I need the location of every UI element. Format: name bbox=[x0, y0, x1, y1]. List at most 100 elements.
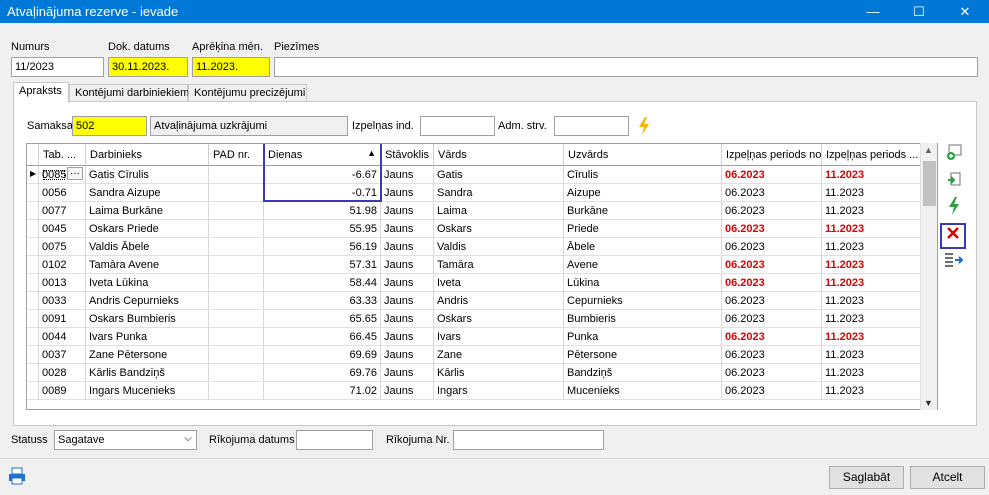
cell-tab[interactable]: 0102 bbox=[39, 256, 86, 274]
cell-pad[interactable] bbox=[209, 274, 264, 292]
cell-stavoklis[interactable]: Jauns bbox=[381, 238, 434, 256]
cell-periods-no[interactable]: 06.2023 bbox=[722, 382, 822, 400]
lightning-icon[interactable] bbox=[637, 116, 651, 139]
table-row[interactable]: 0056 Sandra Aizupe -0.71 Jauns Sandra Aizupe 0… bbox=[27, 184, 937, 202]
cell-darbinieks[interactable]: Gatis Cīrulis bbox=[86, 166, 209, 184]
cell-darbinieks[interactable]: Kārlis Bandziņš bbox=[86, 364, 209, 382]
row-selector[interactable] bbox=[27, 256, 39, 274]
cell-pad[interactable] bbox=[209, 292, 264, 310]
cell-dienas[interactable]: 71.02 bbox=[264, 382, 381, 400]
table-row[interactable]: 0033 Andris Cepurnieks 63.33 Jauns Andris Cep… bbox=[27, 292, 937, 310]
scroll-up-icon[interactable]: ▲ bbox=[924, 145, 933, 155]
table-row[interactable]: 0028 Kārlis Bandziņš 69.76 Jauns Kārlis Bandz… bbox=[27, 364, 937, 382]
cell-periods-no[interactable]: 06.2023 bbox=[722, 328, 822, 346]
cell-darbinieks[interactable]: Ingars Mucenieks bbox=[86, 382, 209, 400]
cell-pad[interactable] bbox=[209, 382, 264, 400]
cell-uzvards[interactable]: Ābele bbox=[564, 238, 722, 256]
cell-uzvards[interactable]: Cepurnieks bbox=[564, 292, 722, 310]
cell-uzvards[interactable]: Punka bbox=[564, 328, 722, 346]
cell-tab[interactable]: 0045 bbox=[39, 220, 86, 238]
rikojuma-nr-field[interactable] bbox=[453, 430, 604, 450]
tab-kontejumi-darbiniekiem[interactable]: Kontējumi darbiniekiem bbox=[69, 84, 189, 102]
delete-row-icon[interactable] bbox=[940, 223, 966, 249]
cell-tab[interactable]: 0028 bbox=[39, 364, 86, 382]
row-selector[interactable] bbox=[27, 328, 39, 346]
cell-pad[interactable] bbox=[209, 256, 264, 274]
samaksa-code-field[interactable]: 502 bbox=[72, 116, 147, 136]
vertical-scrollbar[interactable]: ▲ ▼ bbox=[920, 143, 937, 410]
col-pad[interactable]: PAD nr. bbox=[209, 144, 264, 166]
export-list-icon[interactable] bbox=[942, 252, 966, 274]
table-row[interactable]: 0077 Laima Burkāne 51.98 Jauns Laima Burkāne 0… bbox=[27, 202, 937, 220]
print-icon[interactable] bbox=[8, 467, 26, 488]
cell-darbinieks[interactable]: Andris Cepurnieks bbox=[86, 292, 209, 310]
row-selector[interactable] bbox=[27, 382, 39, 400]
row-selector[interactable] bbox=[27, 202, 39, 220]
cell-vards[interactable]: Kārlis bbox=[434, 364, 564, 382]
cell-uzvards[interactable]: Bumbieris bbox=[564, 310, 722, 328]
cell-periods-no[interactable]: 06.2023 bbox=[722, 364, 822, 382]
save-button[interactable]: Saglabāt bbox=[829, 466, 904, 489]
cell-pad[interactable] bbox=[209, 238, 264, 256]
minimize-button[interactable]: — bbox=[850, 0, 896, 23]
rikojuma-datums-field[interactable] bbox=[296, 430, 373, 450]
cell-tab[interactable]: 0089 bbox=[39, 382, 86, 400]
cell-periods-no[interactable]: 06.2023 bbox=[722, 274, 822, 292]
cell-tab[interactable]: 0091 bbox=[39, 310, 86, 328]
cell-dienas[interactable]: 56.19 bbox=[264, 238, 381, 256]
maximize-button[interactable]: ☐ bbox=[896, 0, 942, 23]
cell-tab[interactable]: 0075 bbox=[39, 238, 86, 256]
col-stavoklis[interactable]: Stāvoklis bbox=[381, 144, 434, 166]
cell-tab[interactable]: 0085 ··· bbox=[39, 166, 86, 184]
table-row[interactable]: 0075 Valdis Ābele 56.19 Jauns Valdis Ābele 06.… bbox=[27, 238, 937, 256]
cell-tab[interactable]: 0033 bbox=[39, 292, 86, 310]
row-selector[interactable] bbox=[27, 364, 39, 382]
cell-periods-no[interactable]: 06.2023 bbox=[722, 202, 822, 220]
cell-uzvards[interactable]: Aizupe bbox=[564, 184, 722, 202]
cell-darbinieks[interactable]: Oskars Bumbieris bbox=[86, 310, 209, 328]
table-row[interactable]: 0102 Tamāra Avene 57.31 Jauns Tamāra Avene 06.… bbox=[27, 256, 937, 274]
cell-periods-lidz[interactable]: 11.2023 bbox=[822, 364, 922, 382]
cell-darbinieks[interactable]: Tamāra Avene bbox=[86, 256, 209, 274]
piezimes-field[interactable] bbox=[274, 57, 978, 77]
cell-vards[interactable]: Gatis bbox=[434, 166, 564, 184]
close-button[interactable]: ✕ bbox=[942, 0, 988, 23]
cell-dienas[interactable]: 51.98 bbox=[264, 202, 381, 220]
cell-uzvards[interactable]: Priede bbox=[564, 220, 722, 238]
table-row[interactable]: 0013 Iveta Lūkina 58.44 Jauns Iveta Lūkina 06.… bbox=[27, 274, 937, 292]
cell-tab[interactable]: 0077 bbox=[39, 202, 86, 220]
scroll-down-icon[interactable]: ▼ bbox=[924, 398, 933, 408]
dok-datums-field[interactable]: 30.11.2023. bbox=[108, 57, 188, 77]
add-row-icon[interactable] bbox=[942, 143, 966, 165]
col-tab[interactable]: Tab. ... bbox=[39, 144, 86, 166]
cell-vards[interactable]: Valdis bbox=[434, 238, 564, 256]
copy-row-icon[interactable] bbox=[942, 171, 966, 193]
cell-dienas[interactable]: 66.45 bbox=[264, 328, 381, 346]
cell-vards[interactable]: Laima bbox=[434, 202, 564, 220]
cell-pad[interactable] bbox=[209, 202, 264, 220]
cell-uzvards[interactable]: Pētersone bbox=[564, 346, 722, 364]
cell-periods-lidz[interactable]: 11.2023 bbox=[822, 220, 922, 238]
cell-uzvards[interactable]: Lūkina bbox=[564, 274, 722, 292]
cell-vards[interactable]: Sandra bbox=[434, 184, 564, 202]
cell-stavoklis[interactable]: Jauns bbox=[381, 364, 434, 382]
aprekina-field[interactable]: 11.2023. bbox=[192, 57, 270, 77]
table-row[interactable]: 0091 Oskars Bumbieris 65.65 Jauns Oskars Bumb… bbox=[27, 310, 937, 328]
cell-stavoklis[interactable]: Jauns bbox=[381, 202, 434, 220]
cell-vards[interactable]: Tamāra bbox=[434, 256, 564, 274]
cell-dienas[interactable]: 58.44 bbox=[264, 274, 381, 292]
cell-stavoklis[interactable]: Jauns bbox=[381, 220, 434, 238]
cell-periods-no[interactable]: 06.2023 bbox=[722, 310, 822, 328]
cell-stavoklis[interactable]: Jauns bbox=[381, 328, 434, 346]
cell-dienas[interactable]: 69.69 bbox=[264, 346, 381, 364]
col-periods-lidz[interactable]: Izpeļņas periods ... bbox=[822, 144, 922, 166]
cell-dienas[interactable]: 65.65 bbox=[264, 310, 381, 328]
cell-periods-no[interactable]: 06.2023 bbox=[722, 346, 822, 364]
cell-stavoklis[interactable]: Jauns bbox=[381, 382, 434, 400]
cell-vards[interactable]: Andris bbox=[434, 292, 564, 310]
cell-stavoklis[interactable]: Jauns bbox=[381, 292, 434, 310]
cell-vards[interactable]: Zane bbox=[434, 346, 564, 364]
col-darbinieks[interactable]: Darbinieks bbox=[86, 144, 209, 166]
scroll-thumb[interactable] bbox=[923, 161, 936, 206]
cell-vards[interactable]: Ingars bbox=[434, 382, 564, 400]
